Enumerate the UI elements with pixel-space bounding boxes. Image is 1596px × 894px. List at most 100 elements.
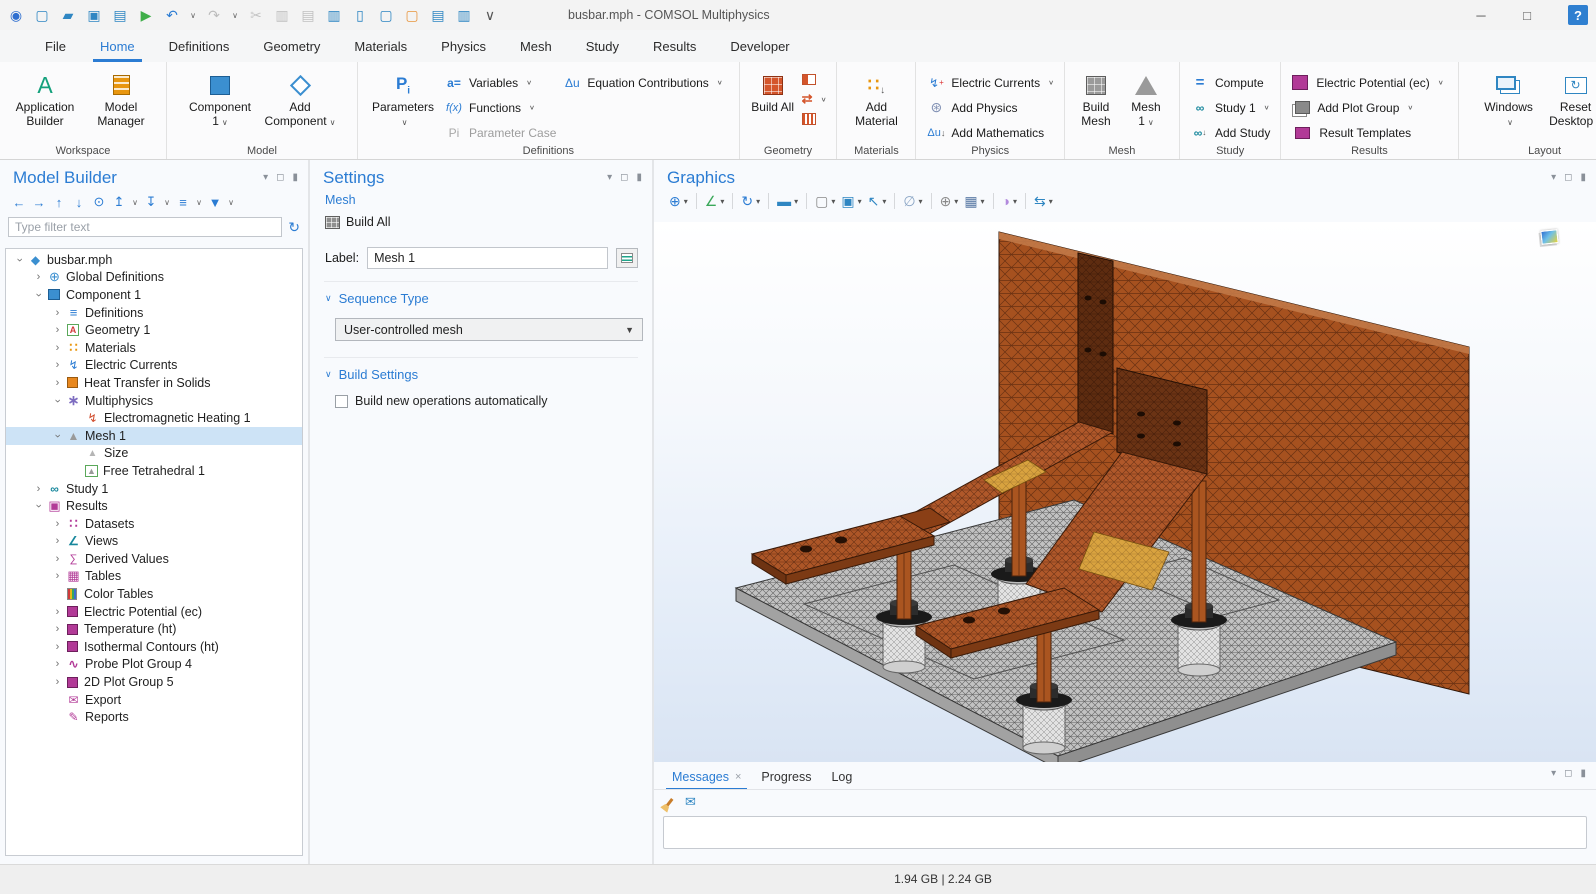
wireframe-icon[interactable]: ⊕▾ [937,190,962,212]
build-new-operations-checkbox[interactable] [335,395,348,408]
save-as-icon[interactable]: ▤ [110,4,130,26]
expander-icon[interactable]: › [50,535,65,547]
menu-tab-study[interactable]: Study [569,30,636,62]
study-1-button[interactable]: ∞Study 1∨ [1190,96,1270,119]
expander-icon[interactable]: › [52,393,64,408]
expander-icon[interactable]: › [50,623,65,635]
chevron-down-icon[interactable]: ▾ [720,197,724,206]
rotate-icon[interactable]: ↻▾ [738,190,763,212]
reset-desktop-button[interactable]: ↻ Reset Desktop∨ [1545,69,1596,129]
tree-item-probe-plot-group-4[interactable]: ›Probe Plot Group 4 [6,656,302,674]
new-file-icon[interactable]: ▢ [32,4,52,26]
electric-currents-button[interactable]: ↯+Electric Currents∨ [926,71,1054,94]
chevron-down-icon[interactable]: ∨ [230,4,240,26]
tab-log[interactable]: Log [825,770,866,790]
build-mesh-button[interactable]: Build Mesh [1075,69,1117,128]
tree-item-datasets[interactable]: ›Datasets [6,515,302,533]
update-geometry-button[interactable]: ⇄∨ [802,91,827,107]
add-physics-button[interactable]: ⊛Add Physics [926,96,1054,119]
zoom-icon[interactable]: ⊕▾ [666,190,691,212]
back-icon[interactable]: ← [10,192,28,212]
build-all-button[interactable]: Build All [324,213,638,239]
tree-item-electric-currents[interactable]: ›Electric Currents [6,357,302,375]
message-window-icon[interactable]: ✉ [685,794,696,810]
menu-tab-physics[interactable]: Physics [424,30,503,62]
go-to-view-icon[interactable]: ∠▾ [702,190,728,212]
scene-light-icon[interactable]: ▬▾ [774,190,801,212]
tree-item-reports[interactable]: Reports [6,708,302,726]
delete-icon[interactable]: ▯ [350,4,370,26]
chevron-down-icon[interactable]: ∨ [162,191,172,213]
hide-objects-icon[interactable]: ∅▾ [900,190,925,212]
pin-panel-icon[interactable]: ▮ [1580,172,1586,183]
tree-item-electromagnetic-heating-1[interactable]: Electromagnetic Heating 1 [6,409,302,427]
expander-icon[interactable]: › [50,553,65,565]
color-palette-icon[interactable]: ◑▾ [999,190,1020,212]
expander-icon[interactable]: › [50,307,65,319]
paste-icon[interactable]: ▤ [298,4,318,26]
expander-icon[interactable]: › [50,676,65,688]
add-study-button[interactable]: ∞↓Add Study [1190,121,1270,144]
tree-item-global-definitions[interactable]: ›Global Definitions [6,269,302,287]
tree-item-busbar-mph[interactable]: ›busbar.mph [6,251,302,269]
tree-item-free-tetrahedral-1[interactable]: Free Tetrahedral 1 [6,462,302,480]
grid-icon[interactable]: ▦▾ [961,190,987,212]
expander-icon[interactable]: › [50,606,65,618]
menu-tab-results[interactable]: Results [636,30,713,62]
compute-button[interactable]: =Compute [1190,71,1270,94]
tree-item-size[interactable]: Size [6,445,302,463]
parameter-case-button[interactable]: PiParameter Case [444,121,556,144]
import-geometry-button[interactable] [802,71,827,87]
chevron-down-icon[interactable]: ▾ [831,197,835,206]
tree-item-isothermal-contours-ht-[interactable]: ›Isothermal Contours (ht) [6,638,302,656]
expander-icon[interactable]: › [14,252,26,267]
tree-item-results[interactable]: ›Results [6,497,302,515]
application-builder-button[interactable]: A Application Builder [10,69,80,128]
maximize-icon[interactable]: □ [1504,0,1550,30]
tree-item-heat-transfer-in-solids[interactable]: ›Heat Transfer in Solids [6,374,302,392]
chevron-down-icon[interactable]: ▾ [1049,197,1053,206]
tree-item-geometry-1[interactable]: ›Geometry 1 [6,321,302,339]
add-component-button[interactable]: Add Component∨ [261,69,339,129]
select-frame-icon[interactable]: ▢ [376,4,396,26]
tree-item-2d-plot-group-5[interactable]: ›2D Plot Group 5 [6,673,302,691]
electric-potential-button[interactable]: Electric Potential (ec)∨ [1291,71,1443,94]
float-panel-icon[interactable]: ◻ [276,172,284,183]
filter-icon[interactable]: ▼ [206,192,224,212]
save-icon[interactable]: ▣ [84,4,104,26]
tree-item-export[interactable]: Export [6,691,302,709]
chevron-down-icon[interactable]: ▾ [882,197,886,206]
chevron-down-icon[interactable]: ▾ [919,197,923,206]
menu-tab-home[interactable]: Home [83,30,152,62]
tree-item-temperature-ht-[interactable]: ›Temperature (ht) [6,620,302,638]
expander-icon[interactable]: › [50,641,65,653]
menu-tab-materials[interactable]: Materials [337,30,424,62]
open-icon[interactable]: ▰ [58,4,78,26]
tree-item-derived-values[interactable]: ›Derived Values [6,550,302,568]
build-all-geometry-button[interactable]: Build All [750,69,796,115]
windows-button[interactable]: Windows∨ [1479,69,1539,129]
label-input[interactable] [367,247,608,269]
node-text-icon[interactable]: ≡ [174,192,192,212]
comsol-logo-icon[interactable]: ◉ [6,4,26,26]
chevron-down-icon[interactable]: ▾ [684,197,688,206]
tab-messages[interactable]: Messages× [666,770,755,790]
panel-menu-icon[interactable]: ▾ [607,172,612,183]
tree-item-multiphysics[interactable]: ›Multiphysics [6,392,302,410]
mesh-1-button[interactable]: Mesh 1∨ [1123,69,1169,129]
panel-menu-icon[interactable]: ▾ [1551,172,1556,183]
chevron-down-icon[interactable]: ▾ [1013,197,1017,206]
expander-icon[interactable]: › [31,271,46,283]
tree-item-tables[interactable]: ›Tables [6,568,302,586]
run-icon[interactable]: ▶ [136,4,156,26]
tab-progress[interactable]: Progress [755,770,825,790]
tree-item-electric-potential-ec-[interactable]: ›Electric Potential (ec) [6,603,302,621]
close-tab-icon[interactable]: × [735,771,741,783]
result-thumbnail-icon[interactable] [1540,229,1558,245]
undo-icon[interactable]: ↶ [162,4,182,26]
select-box-icon[interactable]: ▢▾ [812,190,838,212]
variables-button[interactable]: a=Variables∨ [444,71,556,94]
customize-icon[interactable]: ∨ [480,4,500,26]
chevron-down-icon[interactable]: ▾ [954,197,958,206]
component-1-button[interactable]: Component 1∨ [185,69,255,129]
